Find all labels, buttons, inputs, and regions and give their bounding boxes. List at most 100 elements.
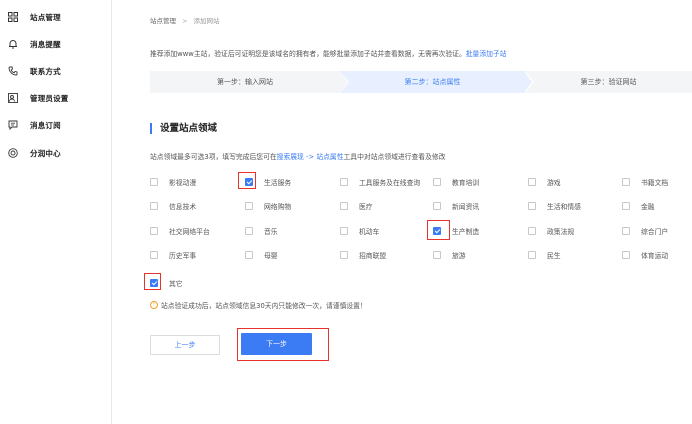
sidebar-item-label: 联系方式 <box>30 66 61 76</box>
category-label: 体育运动 <box>641 252 669 260</box>
category-label: 旅游 <box>452 252 466 260</box>
category-label: 信息技术 <box>169 203 197 211</box>
category-checkbox[interactable]: 历史军事 <box>150 250 196 260</box>
step-divider <box>340 71 348 93</box>
warning-text: 站点验证成功后，站点领域信息30天内只能修改一次，请谨慎设置！ <box>161 302 367 310</box>
category-checkbox[interactable]: 体育运动 <box>622 250 668 260</box>
site-attribute-link[interactable]: 站点属性 <box>316 153 343 161</box>
category-label: 历史军事 <box>169 252 197 260</box>
bell-icon <box>8 39 18 49</box>
checkbox-unchecked[interactable] <box>433 178 441 186</box>
warning-message: ! 站点验证成功后，站点领域信息30天内只能修改一次，请谨慎设置！ <box>150 300 367 310</box>
category-label: 综合门户 <box>641 228 669 236</box>
sidebar-item-label: 消息订阅 <box>30 120 61 130</box>
breadcrumb-current: 添加网站 <box>193 17 220 25</box>
sidebar-item-site-management[interactable]: 站点管理 <box>0 9 112 25</box>
category-checkbox[interactable]: 信息技术 <box>150 201 196 211</box>
hint-prefix: 站点领域最多可选3项，填写完成后您可在 <box>150 153 277 161</box>
prev-step-button[interactable]: 上一步 <box>150 335 220 355</box>
checkbox-unchecked[interactable] <box>622 178 630 186</box>
checkbox-unchecked[interactable] <box>528 227 536 235</box>
sidebar-item-revenue-center[interactable]: 分润中心 <box>0 145 112 161</box>
checkbox-unchecked[interactable] <box>622 227 630 235</box>
category-label: 新闻资讯 <box>452 203 480 211</box>
category-checkbox[interactable]: 招商联盟 <box>340 250 386 260</box>
sidebar-item-contact[interactable]: 联系方式 <box>0 63 112 79</box>
category-label: 工具服务及在线查询 <box>359 179 421 187</box>
checkbox-unchecked[interactable] <box>340 178 348 186</box>
category-label: 金融 <box>641 203 655 211</box>
breadcrumb: 站点管理 > 添加网站 <box>150 15 219 25</box>
sidebar-item-label: 站点管理 <box>30 12 61 22</box>
domain-hint: 站点领域最多可选3项，填写完成后您可在搜索展现 -> 站点属性工具中对站点领域进… <box>150 151 445 161</box>
category-checkbox[interactable]: 母婴 <box>245 250 278 260</box>
notice-body: 推荐添加www主站，验证后可证明您是该域名的拥有者，能够批量添加子站并查看数据，… <box>150 50 466 58</box>
category-label: 招商联盟 <box>359 252 387 260</box>
checkbox-unchecked[interactable] <box>150 202 158 210</box>
checkbox-unchecked[interactable] <box>340 227 348 235</box>
sidebar-item-label: 分润中心 <box>30 148 61 158</box>
checkbox-unchecked[interactable] <box>528 251 536 259</box>
sidebar-item-label: 管理员设置 <box>30 93 69 103</box>
checkbox-unchecked[interactable] <box>340 202 348 210</box>
highlight-box <box>238 172 256 189</box>
checkbox-unchecked[interactable] <box>433 251 441 259</box>
category-label: 母婴 <box>264 252 278 260</box>
category-label: 社交网络平台 <box>169 228 210 236</box>
sidebar: 站点管理 消息提醒 联系方式 管理员设置 消息订阅 分润中心 <box>0 0 112 424</box>
batch-add-subsite-link[interactable]: 批量添加子站 <box>466 50 507 58</box>
category-checkbox[interactable]: 书籍文档 <box>622 177 668 187</box>
category-checkbox[interactable]: 教育培训 <box>433 177 479 187</box>
checkbox-unchecked[interactable] <box>528 178 536 186</box>
category-label: 政策法规 <box>547 228 575 236</box>
checkbox-unchecked[interactable] <box>340 251 348 259</box>
category-checkbox[interactable]: 新闻资讯 <box>433 201 479 211</box>
category-checkbox[interactable]: 金融 <box>622 201 655 211</box>
category-checkbox[interactable]: 游戏 <box>528 177 561 187</box>
checkbox-unchecked[interactable] <box>528 202 536 210</box>
checkbox-unchecked[interactable] <box>245 251 253 259</box>
sidebar-item-message-subscription[interactable]: 消息订阅 <box>0 117 112 133</box>
checkbox-unchecked[interactable] <box>150 178 158 186</box>
notice-text: 推荐添加www主站，验证后可证明您是该域名的拥有者，能够批量添加子站并查看数据，… <box>150 48 507 58</box>
info-icon: ! <box>150 301 158 309</box>
checkbox-unchecked[interactable] <box>622 202 630 210</box>
highlight-box <box>144 273 161 290</box>
category-checkbox[interactable]: 工具服务及在线查询 <box>340 177 420 187</box>
category-label: 生产制造 <box>452 228 480 236</box>
category-label: 民生 <box>547 252 561 260</box>
step-divider <box>524 71 532 93</box>
checkbox-unchecked[interactable] <box>433 202 441 210</box>
category-checkbox[interactable]: 机动车 <box>340 226 379 236</box>
checkbox-unchecked[interactable] <box>150 251 158 259</box>
category-checkbox[interactable]: 社交网络平台 <box>150 226 210 236</box>
category-checkbox[interactable]: 旅游 <box>433 250 466 260</box>
site-icon <box>8 12 18 22</box>
step-3: 第三步：验证网站 <box>580 78 637 86</box>
category-checkbox[interactable]: 医疗 <box>340 201 373 211</box>
category-checkbox[interactable]: 网络购物 <box>245 201 291 211</box>
category-checkbox[interactable]: 综合门户 <box>622 226 668 236</box>
category-label: 书籍文档 <box>641 179 669 187</box>
breadcrumb-parent[interactable]: 站点管理 <box>150 17 176 25</box>
search-display-link[interactable]: 搜索展现 <box>277 153 304 161</box>
category-label: 网络购物 <box>264 203 292 211</box>
checkbox-unchecked[interactable] <box>150 227 158 235</box>
coin-icon <box>8 148 18 158</box>
hint-arrow: -> <box>303 153 317 161</box>
category-checkbox[interactable]: 民生 <box>528 250 561 260</box>
checkbox-unchecked[interactable] <box>245 227 253 235</box>
category-label: 机动车 <box>359 228 380 236</box>
category-checkbox[interactable]: 生活和情感 <box>528 201 581 211</box>
category-checkbox[interactable]: 音乐 <box>245 226 278 236</box>
category-label: 教育培训 <box>452 179 480 187</box>
category-checkbox[interactable]: 政策法规 <box>528 226 574 236</box>
checkbox-unchecked[interactable] <box>245 202 253 210</box>
category-label: 游戏 <box>547 179 561 187</box>
sidebar-item-admin-settings[interactable]: 管理员设置 <box>0 90 112 106</box>
section-title: 设置站点领域 <box>150 123 217 134</box>
sidebar-item-message-reminder[interactable]: 消息提醒 <box>0 36 112 52</box>
category-checkbox[interactable]: 影视动漫 <box>150 177 196 187</box>
breadcrumb-separator: > <box>182 17 188 25</box>
checkbox-unchecked[interactable] <box>622 251 630 259</box>
